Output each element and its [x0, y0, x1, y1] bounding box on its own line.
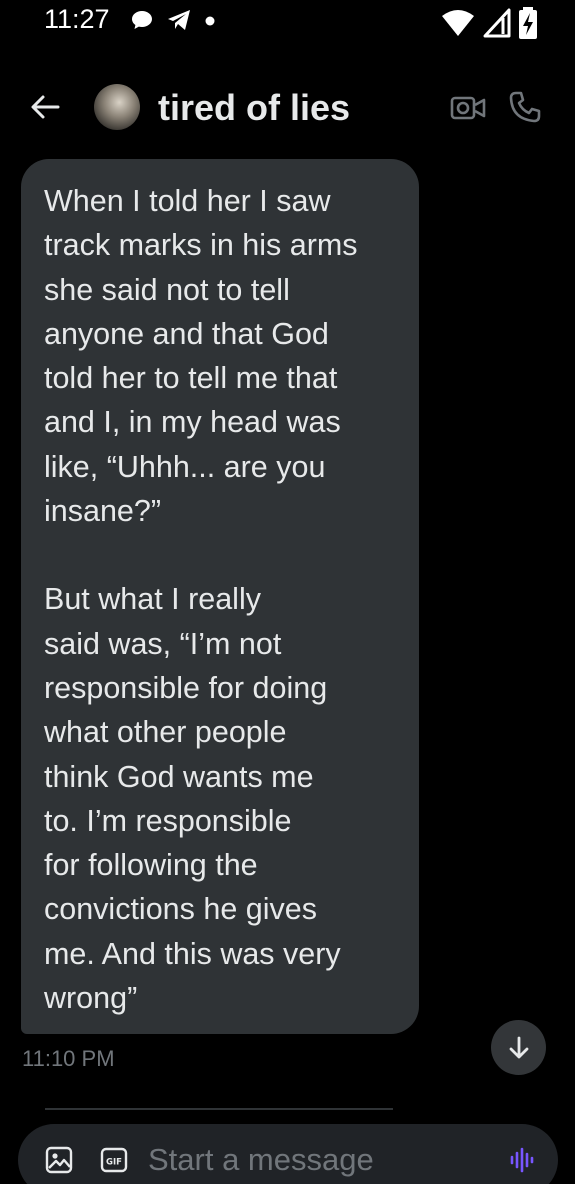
- wifi-icon: [442, 10, 474, 36]
- voice-wave-icon[interactable]: [508, 1146, 536, 1174]
- message-bubble[interactable]: When I told her I saw track marks in his…: [21, 159, 419, 1034]
- notification-icons: [130, 8, 216, 32]
- video-camera-icon[interactable]: [450, 94, 486, 122]
- message-paragraph: But what I really said was, “I’m not res…: [44, 582, 341, 1016]
- message-timestamp: 11:10 PM: [22, 1046, 115, 1071]
- phone-icon[interactable]: [508, 90, 542, 124]
- signal-icon: [483, 8, 511, 38]
- svg-text:GIF: GIF: [106, 1158, 122, 1168]
- status-time: 11:27: [44, 4, 110, 34]
- conversation-title[interactable]: tired of lies: [158, 87, 350, 129]
- status-bar: 11:27: [0, 0, 575, 46]
- system-icons: [441, 7, 537, 39]
- message-input[interactable]: [148, 1140, 478, 1180]
- chat-bubble-icon: [132, 11, 152, 29]
- scroll-to-bottom-button[interactable]: [491, 1020, 546, 1075]
- gif-icon[interactable]: GIF: [100, 1146, 128, 1174]
- back-arrow-icon[interactable]: [28, 90, 62, 124]
- message-paragraph: When I told her I saw track marks in his…: [44, 184, 358, 529]
- image-icon[interactable]: [45, 1146, 73, 1174]
- message-composer: GIF: [18, 1124, 558, 1184]
- conversation-header: tired of lies: [0, 76, 575, 140]
- telegram-icon: [168, 10, 190, 30]
- avatar[interactable]: [94, 84, 140, 130]
- battery-charging-icon: [519, 7, 537, 39]
- dot-icon: [205, 16, 215, 26]
- divider: [45, 1108, 393, 1110]
- arrow-down-icon: [509, 1036, 528, 1058]
